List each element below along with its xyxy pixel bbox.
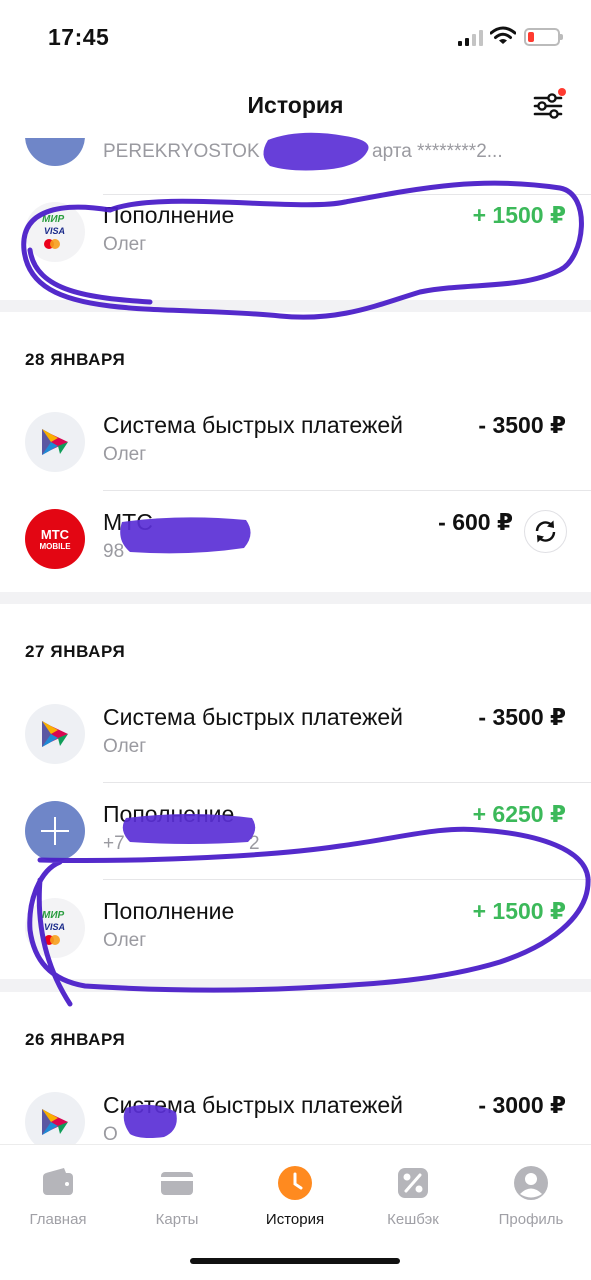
history-group: 28 ЯНВАРЯ Система быстрых платежей Олег … xyxy=(0,312,591,592)
mir-logo: МИР xyxy=(42,910,65,921)
transaction-row[interactable]: Система быстрых платежей О - 3000 ₽ xyxy=(0,1074,591,1144)
transaction-title: Система быстрых платежей xyxy=(103,704,403,730)
tab-label: Главная xyxy=(29,1211,87,1228)
transaction-subtitle: Олег xyxy=(103,736,147,757)
plus-icon xyxy=(25,801,85,861)
tab-label: Кешбэк xyxy=(387,1211,439,1228)
history-group: 26 ЯНВАРЯ Система быстрых платежей О - 3… xyxy=(0,992,591,1144)
repeat-payment-button[interactable] xyxy=(524,510,567,553)
transaction-subtitle: Олег xyxy=(103,930,147,951)
sbp-icon xyxy=(25,412,85,472)
sbp-icon xyxy=(25,704,85,764)
group-date: 28 ЯНВАРЯ xyxy=(25,350,126,369)
header: История xyxy=(0,70,591,138)
mastercard-circle-yellow xyxy=(50,935,60,945)
transaction-row[interactable]: МИР VISA Пополнение Олег + 1500 ₽ xyxy=(0,880,591,977)
status-time: 17:45 xyxy=(48,24,110,50)
clock-icon xyxy=(278,1166,312,1200)
profile-icon xyxy=(514,1166,548,1200)
transaction-row[interactable]: Система быстрых платежей Олег - 3500 ₽ xyxy=(0,686,591,783)
transaction-subtitle: +7 xyxy=(103,833,125,854)
tab-label: Профиль xyxy=(498,1211,564,1228)
home-indicator xyxy=(190,1258,400,1264)
mts-logo-subtext: MOBILE xyxy=(39,542,71,551)
sbp-icon xyxy=(25,1092,85,1144)
tab-label: История xyxy=(265,1211,325,1228)
tab-home[interactable]: Главная xyxy=(3,1165,113,1228)
transaction-subtitle: Олег xyxy=(103,234,147,255)
transaction-amount: - 3500 ₽ xyxy=(478,412,566,438)
transaction-row[interactable]: МТС MOBILE МТС 98 - 600 ₽ xyxy=(0,491,591,588)
mts-logo-text: МТС xyxy=(40,527,70,542)
notification-dot xyxy=(558,88,566,96)
transaction-row[interactable]: МИР VISA Пополнение Олег + 1500 ₽ xyxy=(0,184,591,281)
history-group: PEREKRYOSTOK арта ********2... МИР VISA … xyxy=(0,138,591,300)
repeat-icon xyxy=(535,520,556,543)
card-icon xyxy=(161,1172,193,1195)
transaction-subtitle-tail: арта ********2... xyxy=(372,141,503,162)
wifi-icon xyxy=(490,26,516,44)
transaction-subtitle: Олег xyxy=(103,444,147,465)
mir-visa-mastercard-icon: МИР VISA xyxy=(25,202,85,262)
cellular-signal-icon xyxy=(458,30,484,46)
transaction-subtitle-tail: 2 xyxy=(249,833,260,854)
tab-history[interactable]: История xyxy=(240,1165,350,1228)
group-date: 26 ЯНВАРЯ xyxy=(25,1030,126,1049)
transaction-title: МТС xyxy=(103,509,153,535)
mir-logo: МИР xyxy=(42,214,65,225)
transaction-amount: + 6250 ₽ xyxy=(472,801,566,827)
transaction-row[interactable]: Система быстрых платежей Олег - 3500 ₽ xyxy=(0,394,591,491)
transaction-amount: + 1500 ₽ xyxy=(472,898,566,924)
page-title: История xyxy=(247,92,344,118)
transaction-amount: - 600 ₽ xyxy=(438,509,513,535)
history-list[interactable]: PEREKRYOSTOK арта ********2... МИР VISA … xyxy=(0,138,591,1144)
tab-cashback[interactable]: Кешбэк xyxy=(358,1165,468,1228)
status-bar: 17:45 xyxy=(0,0,591,70)
transaction-amount: - 3500 ₽ xyxy=(478,704,566,730)
visa-logo: VISA xyxy=(44,922,66,932)
tab-cards[interactable]: Карты xyxy=(122,1165,232,1228)
mts-logo: МТС MOBILE xyxy=(25,509,85,569)
transaction-title: Пополнение xyxy=(103,898,235,924)
filter-button[interactable] xyxy=(532,88,568,122)
transaction-amount: + 1500 ₽ xyxy=(472,202,566,228)
mastercard-circle-yellow xyxy=(50,239,60,249)
transaction-subtitle: О xyxy=(103,1124,118,1144)
battery-icon xyxy=(524,28,563,46)
wallet-icon xyxy=(43,1168,73,1195)
transaction-subtitle: 98 xyxy=(103,541,125,562)
mir-visa-mastercard-icon: МИР VISA xyxy=(25,898,85,958)
transaction-title: Система быстрых платежей xyxy=(103,412,403,438)
transaction-title: Система быстрых платежей xyxy=(103,1092,403,1118)
transaction-row[interactable]: Пополнение +7 2 + 6250 ₽ xyxy=(0,783,591,880)
tab-profile[interactable]: Профиль xyxy=(476,1165,586,1228)
merchant-avatar-icon xyxy=(25,138,85,166)
tab-label: Карты xyxy=(155,1211,199,1228)
history-group: 27 ЯНВАРЯ Система быстрых платежей Олег … xyxy=(0,604,591,979)
transaction-title: Пополнение xyxy=(103,801,235,827)
visa-logo: VISA xyxy=(44,226,66,236)
transaction-amount: - 3000 ₽ xyxy=(478,1092,566,1118)
percent-icon xyxy=(398,1168,428,1198)
transaction-subtitle: PEREKRYOSTOK xyxy=(103,141,260,162)
group-date: 27 ЯНВАРЯ xyxy=(25,642,126,661)
transaction-title: Пополнение xyxy=(103,202,235,228)
